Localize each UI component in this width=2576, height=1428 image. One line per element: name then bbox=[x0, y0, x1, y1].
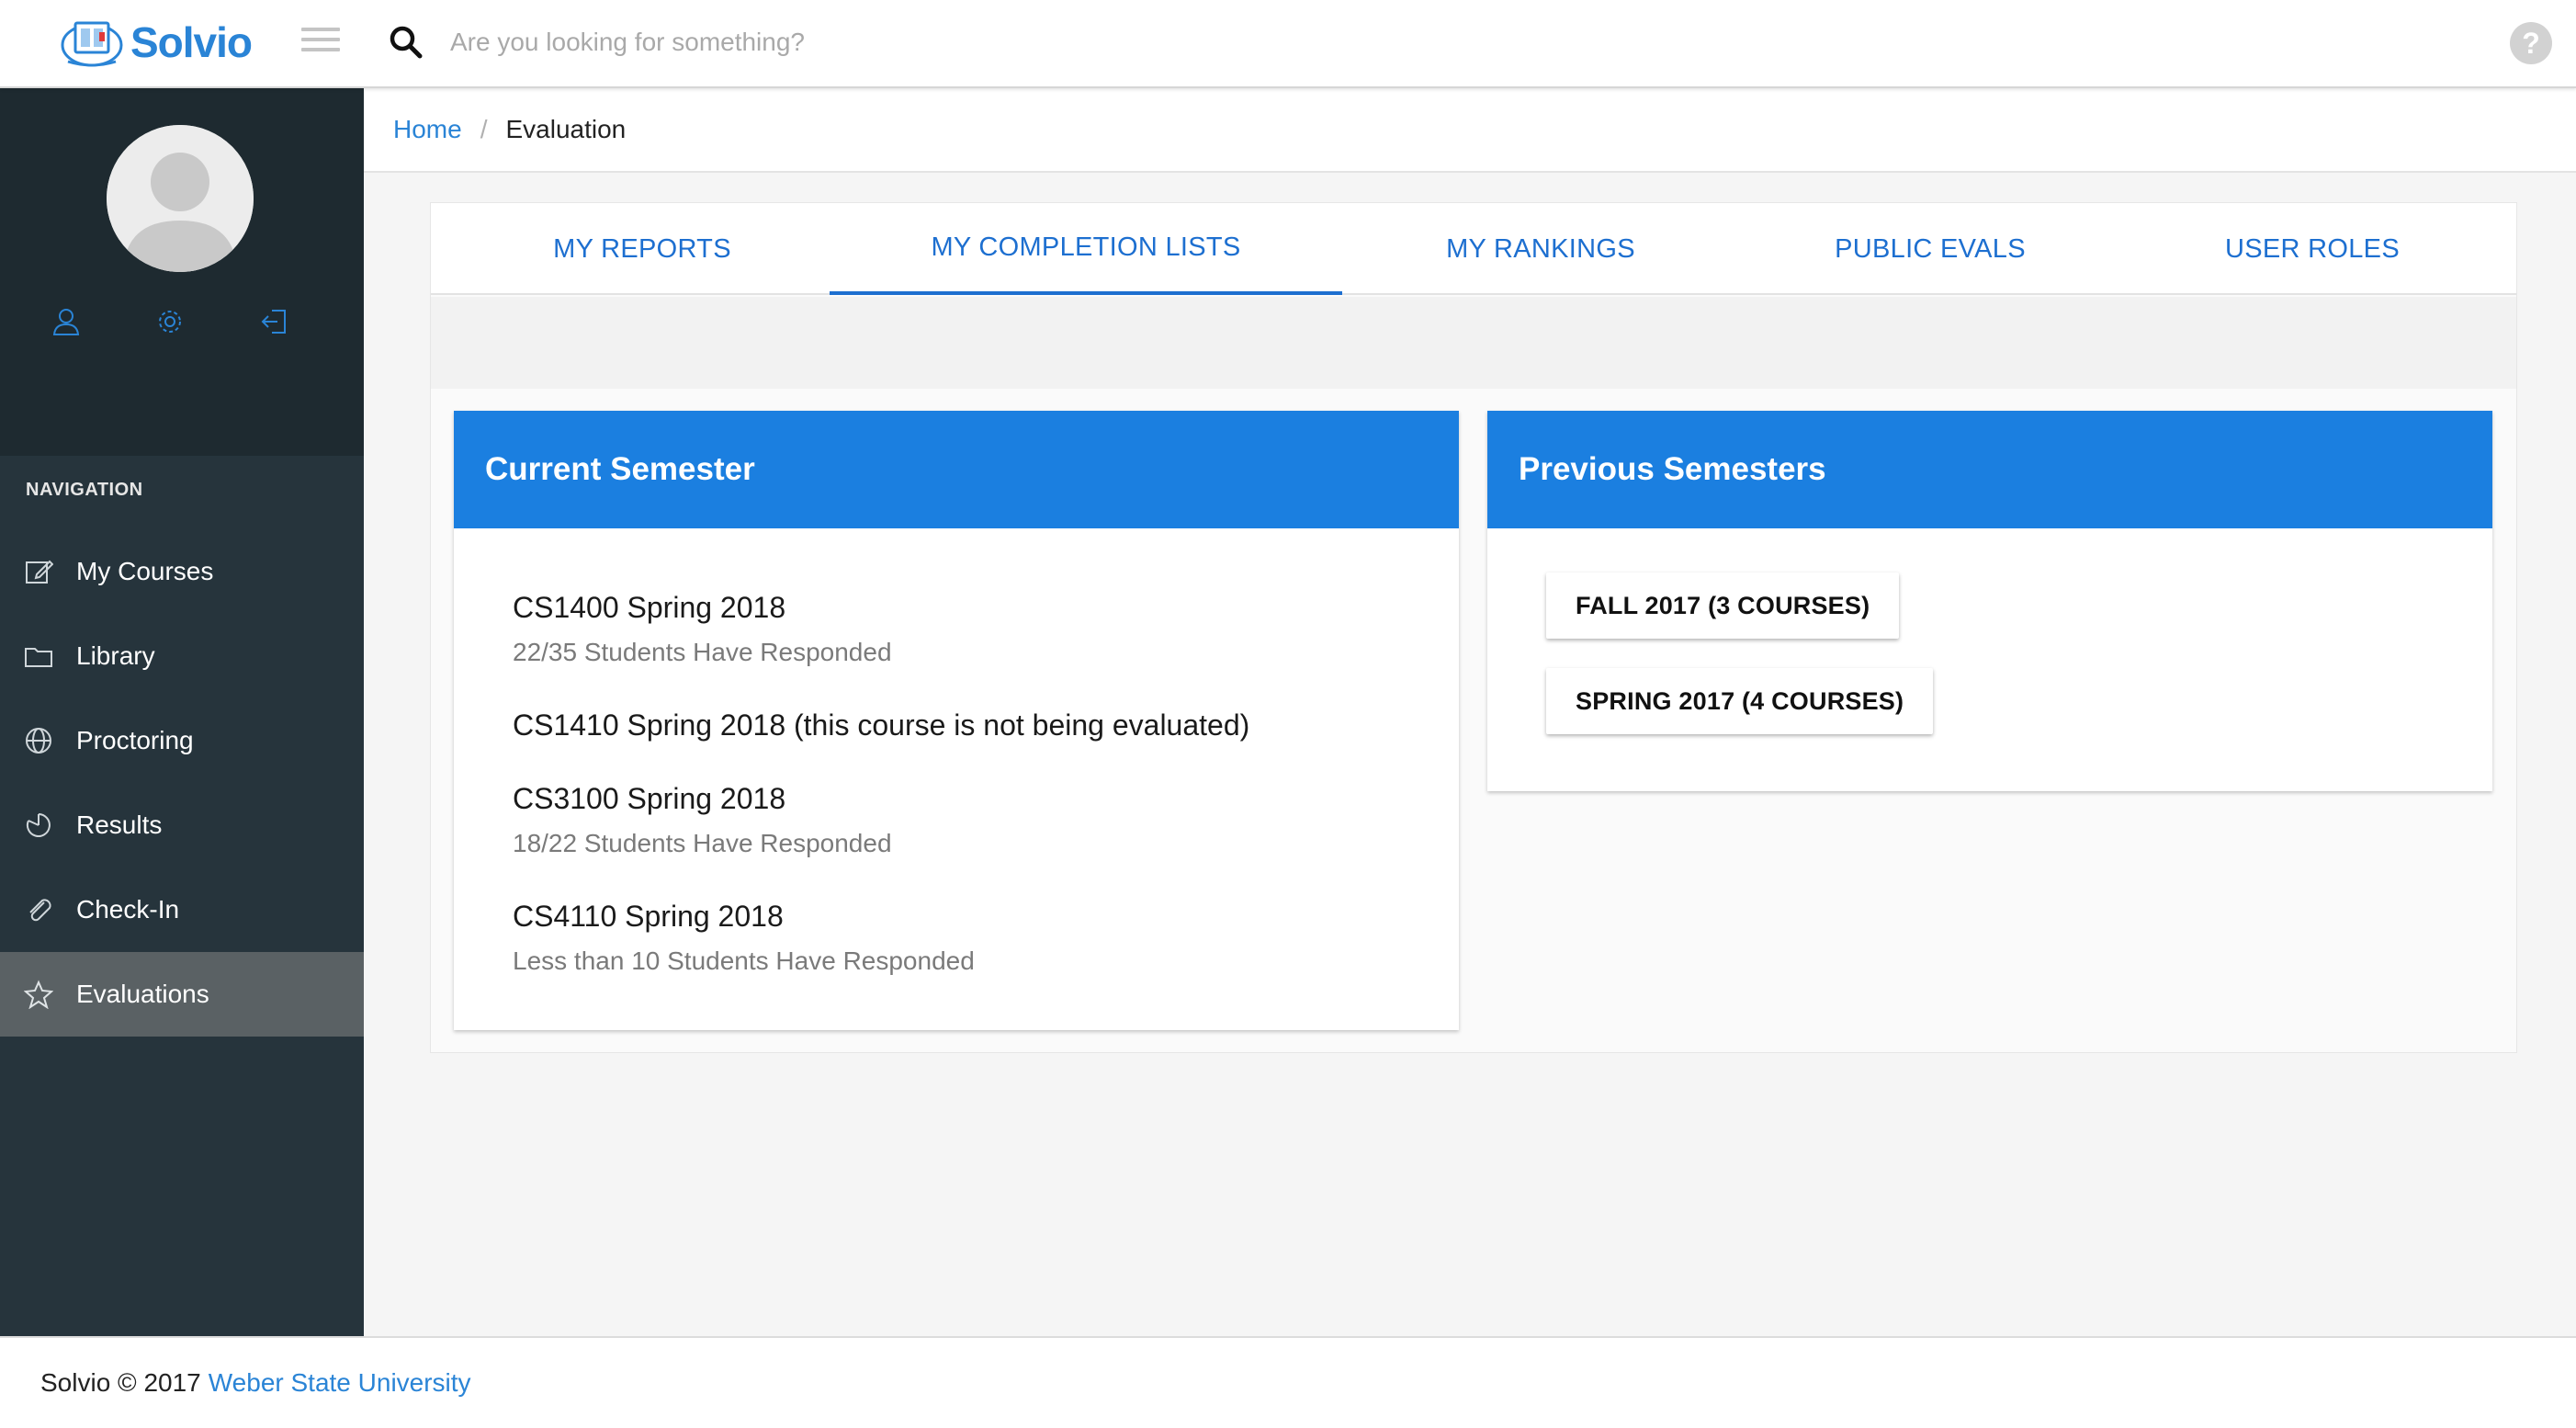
evaluation-panel: MY REPORTS MY COMPLETION LISTS MY RANKIN… bbox=[430, 202, 2517, 1053]
sidebar-item-label: Results bbox=[76, 810, 163, 839]
tab-my-completion-lists[interactable]: MY COMPLETION LISTS bbox=[830, 203, 1342, 295]
previous-semesters-card: Previous Semesters FALL 2017 (3 COURSES)… bbox=[1487, 411, 2492, 791]
logo-text: Solvio bbox=[130, 18, 253, 66]
profile-section bbox=[0, 88, 364, 456]
course-response-status: Less than 10 Students Have Responded bbox=[513, 946, 975, 975]
globe-icon bbox=[26, 728, 51, 754]
svg-text:?: ? bbox=[2522, 27, 2540, 60]
chart-pie-icon bbox=[26, 813, 51, 837]
course-title: CS3100 Spring 2018 bbox=[513, 782, 786, 815]
search-icon[interactable] bbox=[388, 24, 424, 61]
sidebar-item-library[interactable]: Library bbox=[0, 614, 364, 698]
profile-actions bbox=[0, 305, 364, 342]
sidebar-item-label: Evaluations bbox=[76, 980, 209, 1008]
course-title: CS1400 Spring 2018 bbox=[513, 591, 786, 624]
tab-public-evals[interactable]: PUBLIC EVALS bbox=[1732, 203, 2129, 295]
footer-copyright: Solvio © 2017 bbox=[40, 1368, 201, 1397]
sidebar-item-label: Proctoring bbox=[76, 726, 194, 754]
spring-2017-button[interactable]: SPRING 2017 (4 COURSES) bbox=[1546, 668, 1934, 734]
logout-icon[interactable] bbox=[259, 305, 292, 338]
logo-icon bbox=[61, 21, 123, 67]
sidebar-item-results[interactable]: Results bbox=[0, 783, 364, 867]
footer-university-link[interactable]: Weber State University bbox=[209, 1368, 471, 1398]
breadcrumb: Home / Evaluation bbox=[364, 88, 2576, 173]
help-icon[interactable]: ? bbox=[2508, 20, 2554, 66]
breadcrumb-current: Evaluation bbox=[505, 115, 627, 143]
folder-icon bbox=[25, 648, 52, 667]
nav-heading: NAVIGATION bbox=[26, 480, 143, 500]
paperclip-icon bbox=[29, 899, 51, 922]
user-icon[interactable] bbox=[50, 305, 83, 338]
sidebar-item-check-in[interactable]: Check-In bbox=[0, 867, 364, 952]
breadcrumb-separator: / bbox=[480, 115, 488, 143]
avatar[interactable] bbox=[107, 125, 254, 272]
course-response-status: 22/35 Students Have Responded bbox=[513, 638, 892, 666]
top-bar: Solvio ? bbox=[0, 0, 2576, 88]
list-item: CS4110 Spring 2018 Less than 10 Students… bbox=[513, 900, 975, 976]
solvio-logo[interactable]: Solvio bbox=[59, 13, 253, 72]
search-input[interactable] bbox=[450, 20, 1553, 64]
edit-icon bbox=[26, 560, 53, 584]
sidebar-item-label: Library bbox=[76, 641, 155, 670]
sidebar-item-label: Check-In bbox=[76, 895, 180, 924]
tab-content-band bbox=[431, 297, 2516, 389]
sidebar: NAVIGATION My Courses Library Proctoring… bbox=[0, 88, 364, 1336]
menu-icon[interactable] bbox=[301, 28, 340, 57]
star-icon bbox=[24, 980, 53, 1009]
sidebar-item-label: My Courses bbox=[76, 557, 214, 585]
course-title: CS4110 Spring 2018 bbox=[513, 900, 784, 933]
tab-my-rankings[interactable]: MY RANKINGS bbox=[1350, 203, 1732, 295]
breadcrumb-home-link[interactable]: Home bbox=[393, 115, 462, 144]
card-title: Previous Semesters bbox=[1487, 411, 2492, 528]
sidebar-item-my-courses[interactable]: My Courses bbox=[0, 529, 364, 614]
avatar-placeholder-icon bbox=[107, 125, 254, 272]
sidebar-item-proctoring[interactable]: Proctoring bbox=[0, 698, 364, 783]
tab-bar: MY REPORTS MY COMPLETION LISTS MY RANKIN… bbox=[431, 203, 2516, 295]
sidebar-item-evaluations[interactable]: Evaluations bbox=[0, 952, 364, 1037]
list-item: CS1400 Spring 2018 22/35 Students Have R… bbox=[513, 591, 892, 667]
list-item: CS1410 Spring 2018 (this course is not b… bbox=[513, 708, 1249, 742]
current-semester-card: Current Semester CS1400 Spring 2018 22/3… bbox=[454, 411, 1459, 1030]
tab-my-reports[interactable]: MY REPORTS bbox=[431, 203, 853, 295]
list-item: CS3100 Spring 2018 18/22 Students Have R… bbox=[513, 782, 892, 858]
footer: Solvio © 2017 Weber State University bbox=[0, 1336, 2576, 1428]
tab-user-roles[interactable]: USER ROLES bbox=[2129, 203, 2496, 295]
course-title: CS1410 Spring 2018 (this course is not b… bbox=[513, 708, 1250, 742]
fall-2017-button[interactable]: FALL 2017 (3 COURSES) bbox=[1546, 572, 1900, 639]
gear-icon[interactable] bbox=[153, 305, 186, 338]
course-response-status: 18/22 Students Have Responded bbox=[513, 829, 892, 857]
card-title: Current Semester bbox=[454, 411, 1459, 528]
